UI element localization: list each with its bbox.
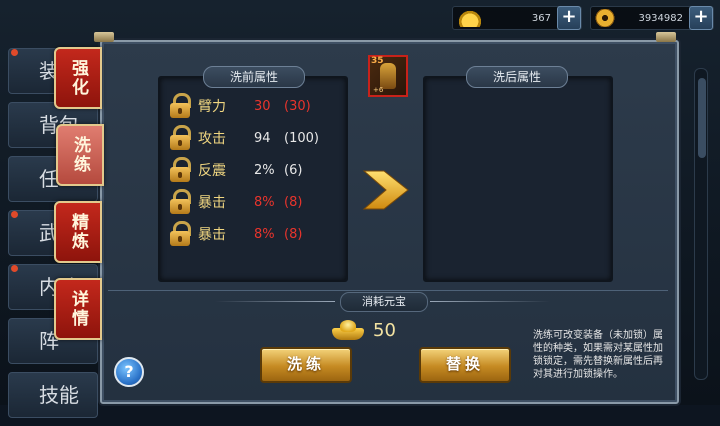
tab-refine[interactable]: 精炼	[54, 201, 102, 263]
before-attributes-box: 臂力 30 (30) 攻击 94 (100) 反震 2% (6) 暴击 8% (…	[158, 76, 348, 282]
attribute-row: 臂力 30 (30)	[168, 92, 344, 120]
attribute-name: 暴击	[198, 195, 226, 211]
equipment-item-icon[interactable]: 35 +6	[368, 55, 408, 97]
wash-instructions: 洗练可改变装备（未加锁）属性的种类，如果需对某属性加锁锁定，需先替换新属性后再对…	[533, 330, 663, 380]
arrow-right-icon	[362, 170, 409, 210]
right-scroll-column	[684, 48, 714, 388]
help-icon[interactable]: ?	[114, 357, 144, 387]
attribute-row: 攻击 94 (100)	[168, 124, 344, 152]
panel-corner-ornament	[94, 32, 114, 42]
attribute-max: (8)	[284, 226, 303, 242]
currency-bar: 367 + 3934982 +	[452, 6, 714, 30]
attribute-row: 暴击 8% (8)	[168, 220, 344, 248]
attribute-value: 8%	[254, 194, 275, 210]
section-divider	[108, 290, 668, 291]
divider-line	[430, 301, 550, 302]
tab-wash[interactable]: 洗练	[56, 124, 104, 186]
replace-button[interactable]: 替换	[419, 347, 511, 383]
after-attributes-title: 洗后属性	[466, 66, 568, 88]
attribute-value: 2%	[254, 162, 275, 178]
lock-icon[interactable]	[168, 221, 192, 247]
attribute-value: 30	[254, 98, 271, 114]
panel-corner-ornament	[656, 32, 676, 42]
cost-title: 消耗元宝	[340, 292, 428, 312]
lock-icon[interactable]	[168, 125, 192, 151]
lock-icon[interactable]	[168, 93, 192, 119]
ingot-value: 367	[531, 12, 551, 24]
gold-ingot-icon	[457, 9, 483, 27]
side-item-skill[interactable]: 技能	[8, 372, 98, 418]
gold-ingot-icon	[332, 320, 364, 342]
tab-details[interactable]: 详情	[54, 278, 102, 340]
attribute-row: 暴击 8% (8)	[168, 188, 344, 216]
lock-icon[interactable]	[168, 189, 192, 215]
attribute-max: (30)	[284, 98, 311, 114]
attribute-max: (8)	[284, 194, 303, 210]
tab-strengthen[interactable]: 强化	[54, 47, 102, 109]
notice-dot	[11, 211, 18, 218]
attribute-name: 反震	[198, 163, 226, 179]
attribute-max: (100)	[284, 130, 319, 146]
scrollbar-thumb[interactable]	[698, 78, 706, 158]
attribute-row: 反震 2% (6)	[168, 156, 344, 184]
divider-line	[215, 301, 335, 302]
item-level: 35	[371, 56, 384, 66]
attribute-value: 8%	[254, 226, 275, 242]
attribute-name: 暴击	[198, 227, 226, 243]
attribute-name: 攻击	[198, 131, 226, 147]
before-attributes-title: 洗前属性	[203, 66, 305, 88]
notice-dot	[11, 265, 18, 272]
lock-icon[interactable]	[168, 157, 192, 183]
attribute-name: 臂力	[198, 99, 226, 115]
coin-currency: 3934982 +	[590, 6, 714, 30]
notice-dot	[11, 49, 18, 56]
cost-amount: 50	[373, 320, 396, 341]
attribute-max: (6)	[284, 162, 303, 178]
ingot-currency: 367 +	[452, 6, 582, 30]
wash-button[interactable]: 洗练	[260, 347, 352, 383]
add-coin-button[interactable]: +	[689, 6, 713, 30]
copper-coin-icon	[595, 9, 615, 27]
add-ingot-button[interactable]: +	[557, 6, 581, 30]
attribute-value: 94	[254, 130, 271, 146]
coin-value: 3934982	[638, 12, 683, 24]
after-attributes-box	[423, 76, 613, 282]
item-plus: +6	[373, 86, 384, 94]
